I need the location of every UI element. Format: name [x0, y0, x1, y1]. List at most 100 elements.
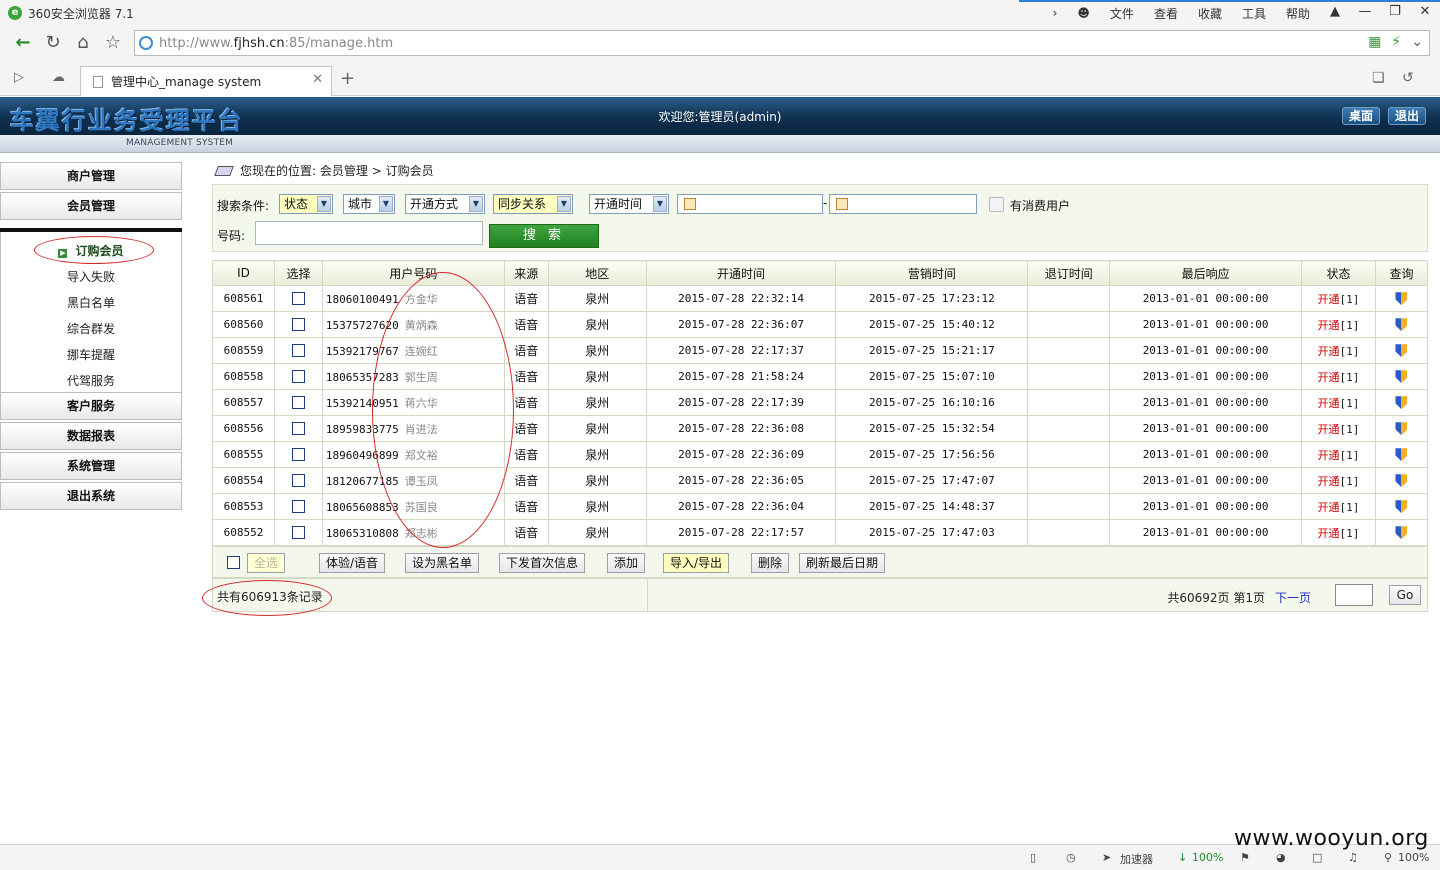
- set-blacklist-button[interactable]: 设为黑名单: [405, 553, 480, 573]
- row-checkbox[interactable]: [291, 292, 305, 306]
- maximize-icon[interactable]: ❐: [1380, 0, 1410, 26]
- minimize-icon[interactable]: —: [1350, 0, 1380, 26]
- shield-icon[interactable]: [1395, 474, 1408, 488]
- sidebar-item-merchant[interactable]: 商户管理: [0, 162, 182, 190]
- add-button[interactable]: 添加: [607, 553, 646, 573]
- phone-icon[interactable]: ▯: [1030, 851, 1036, 864]
- go-button[interactable]: Go: [1389, 585, 1421, 605]
- row-checkbox[interactable]: [291, 526, 305, 540]
- cell-status[interactable]: 开通[1]: [1301, 389, 1376, 416]
- search-button[interactable]: 搜 索: [489, 224, 599, 248]
- sidebar-subitem-move-car[interactable]: 挪车提醒: [1, 346, 181, 363]
- logout-button[interactable]: 退出: [1388, 107, 1427, 125]
- row-checkbox[interactable]: [291, 344, 305, 358]
- sync-select[interactable]: 同步关系 ▼: [493, 194, 573, 214]
- city-select[interactable]: 城市 ▼: [343, 194, 395, 214]
- zoom-icon[interactable]: ⚲: [1384, 851, 1392, 864]
- cloud-icon[interactable]: ☁: [52, 70, 65, 85]
- shield-icon[interactable]: [1395, 292, 1408, 306]
- ie-icon[interactable]: ◕: [1276, 851, 1286, 864]
- status-select[interactable]: 状态 ▼: [279, 194, 333, 214]
- refresh-date-button[interactable]: 刷新最后日期: [799, 553, 886, 573]
- number-input[interactable]: [255, 221, 483, 245]
- desktop-button[interactable]: 桌面: [1342, 107, 1381, 125]
- sidebar-subitem-import-failed[interactable]: 导入失败: [1, 268, 181, 285]
- accelerator-label[interactable]: 加速器: [1120, 851, 1153, 867]
- shield-icon[interactable]: [1395, 422, 1408, 436]
- open-method-select[interactable]: 开通方式 ▼: [405, 194, 485, 214]
- flag-icon[interactable]: ⚑: [1240, 851, 1250, 864]
- zoom-level[interactable]: 100%: [1398, 851, 1429, 864]
- sidebar-subitem-blackwhite[interactable]: 黑白名单: [1, 294, 181, 311]
- skin-icon[interactable]: ▲: [1320, 0, 1350, 26]
- cell-status[interactable]: 开通[1]: [1301, 363, 1376, 390]
- calendar-icon[interactable]: [684, 198, 696, 210]
- page-number-input[interactable]: [1335, 584, 1373, 606]
- menu-file[interactable]: 文件: [1110, 5, 1134, 22]
- cell-status[interactable]: 开通[1]: [1301, 441, 1376, 468]
- user-icon[interactable]: ☻: [1077, 6, 1090, 20]
- end-date-input[interactable]: [829, 194, 977, 214]
- sidebar-subitem-mass-send[interactable]: 综合群发: [1, 320, 181, 337]
- volume-icon[interactable]: ♫: [1348, 851, 1358, 864]
- cell-status[interactable]: 开通[1]: [1301, 467, 1376, 494]
- chevron-down-icon[interactable]: ⌄: [1411, 34, 1423, 50]
- select-all-checkbox[interactable]: [227, 556, 240, 569]
- tab-manage[interactable]: 管理中心_manage system ✕: [80, 66, 332, 96]
- cell-status[interactable]: 开通[1]: [1301, 285, 1376, 312]
- tab-list-icon[interactable]: ❏: [1372, 70, 1385, 86]
- delete-button[interactable]: 删除: [751, 553, 790, 573]
- speed-dial-icon[interactable]: ◷: [1066, 851, 1076, 864]
- menu-favorites[interactable]: 收藏: [1198, 5, 1222, 22]
- next-page-link[interactable]: 下一页: [1275, 591, 1311, 605]
- row-checkbox[interactable]: [291, 474, 305, 488]
- row-checkbox[interactable]: [291, 396, 305, 410]
- star-icon[interactable]: ☆: [98, 28, 128, 58]
- breadcrumb-member[interactable]: 会员管理: [320, 162, 368, 179]
- undo-close-icon[interactable]: ↺: [1402, 70, 1414, 86]
- sidebar-subitem-driver[interactable]: 代驾服务: [1, 372, 181, 389]
- sidebar-item-exit[interactable]: 退出系统: [0, 482, 182, 510]
- shield-icon[interactable]: [1395, 500, 1408, 514]
- accelerator-icon[interactable]: ➤: [1102, 851, 1111, 864]
- row-checkbox[interactable]: [291, 448, 305, 462]
- sidebar-item-customer[interactable]: 客户服务: [0, 392, 182, 420]
- cell-status[interactable]: 开通[1]: [1301, 493, 1376, 520]
- cell-status[interactable]: 开通[1]: [1301, 311, 1376, 338]
- close-icon[interactable]: ✕: [1410, 0, 1440, 26]
- trial-voice-button[interactable]: 体验/语音: [319, 553, 386, 573]
- url-input[interactable]: http://www.fjhsh.cn:85/manage.htm ▦ ⚡ ⌄: [134, 30, 1430, 56]
- lightning-icon[interactable]: ⚡: [1391, 34, 1401, 50]
- qr-code-icon[interactable]: ▦: [1368, 34, 1381, 50]
- menu-tools[interactable]: 工具: [1242, 5, 1266, 22]
- shield-icon[interactable]: [1395, 370, 1408, 384]
- sidebar-item-reports[interactable]: 数据报表: [0, 422, 182, 450]
- start-date-input[interactable]: [677, 194, 823, 214]
- cell-status[interactable]: 开通[1]: [1301, 415, 1376, 442]
- menu-help[interactable]: 帮助: [1286, 5, 1310, 22]
- consume-checkbox[interactable]: [989, 197, 1004, 212]
- row-checkbox[interactable]: [291, 500, 305, 514]
- window-icon[interactable]: □: [1312, 851, 1322, 864]
- sidebar-item-member[interactable]: 会员管理: [0, 192, 182, 220]
- sidebar-subitem-subscribed[interactable]: ▶ 订购会员: [1, 242, 181, 259]
- cell-status[interactable]: 开通[1]: [1301, 337, 1376, 364]
- home-icon[interactable]: ⌂: [68, 28, 98, 58]
- shield-icon[interactable]: [1395, 318, 1408, 332]
- shield-icon[interactable]: [1395, 526, 1408, 540]
- shield-icon[interactable]: [1395, 396, 1408, 410]
- chevron-right-icon[interactable]: ›: [1053, 6, 1058, 20]
- calendar-icon[interactable]: [836, 198, 848, 210]
- refresh-icon[interactable]: ↻: [38, 28, 68, 58]
- row-checkbox[interactable]: [291, 370, 305, 384]
- send-first-info-button[interactable]: 下发首次信息: [499, 553, 586, 573]
- select-all-button[interactable]: 全选: [247, 553, 286, 573]
- open-time-select[interactable]: 开通时间 ▼: [589, 194, 669, 214]
- tab-close-icon[interactable]: ✕: [312, 72, 323, 87]
- sidebar-item-system[interactable]: 系统管理: [0, 452, 182, 480]
- menu-view[interactable]: 查看: [1154, 5, 1178, 22]
- new-tab-icon[interactable]: +: [340, 70, 355, 88]
- row-checkbox[interactable]: [291, 422, 305, 436]
- shield-icon[interactable]: [1395, 448, 1408, 462]
- download-icon[interactable]: ↓: [1178, 851, 1187, 864]
